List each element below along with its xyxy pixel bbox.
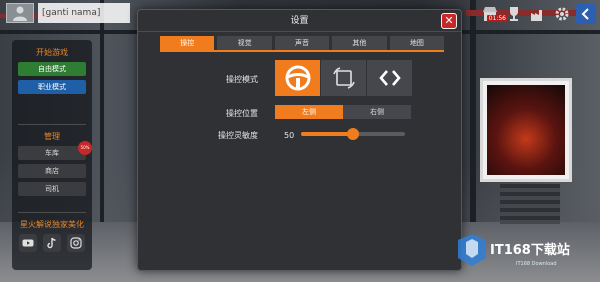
truck-poster [480, 78, 572, 182]
arrows-icon [378, 70, 401, 86]
slider-fill [301, 132, 353, 136]
tilt-icon [332, 67, 355, 89]
promo-text: 星火解说独家美化 [20, 220, 84, 229]
start-game-title: 开始游戏 [36, 48, 68, 57]
clock-label: 01:56 [486, 15, 508, 22]
social-links [16, 234, 88, 252]
tilt-button[interactable] [321, 60, 367, 96]
free-mode-button[interactable]: 自由模式 [18, 62, 86, 76]
avatar[interactable] [6, 3, 34, 23]
watermark-sub: IT168 Download [516, 261, 557, 267]
close-icon: ✕ [444, 14, 454, 27]
user-icon [13, 6, 27, 21]
player-bar[interactable]: [ganti nama] [6, 3, 130, 23]
career-mode-button[interactable]: 职业模式 [18, 80, 86, 94]
garage-label: 车库 [45, 149, 59, 157]
shop-button[interactable]: 商店 [18, 164, 86, 178]
back-arrow-icon[interactable] [576, 4, 596, 24]
control-position-label: 操控位置 [226, 109, 258, 118]
tab-controls[interactable]: 操控 [160, 36, 215, 50]
watermark: IT168下载站 IT168 Download [452, 232, 592, 272]
tiktok-icon[interactable] [43, 234, 61, 252]
control-mode-selector [275, 60, 413, 96]
sensitivity-label: 操控灵敏度 [218, 131, 258, 140]
close-button[interactable]: ✕ [441, 13, 457, 29]
tab-visual[interactable]: 视觉 [217, 36, 272, 50]
slider-knob[interactable] [347, 128, 359, 140]
control-mode-label: 操控模式 [226, 75, 258, 84]
arrows-button[interactable] [367, 60, 413, 96]
position-left-button[interactable]: 左侧 [275, 105, 343, 119]
steering-wheel-button[interactable] [275, 60, 321, 96]
settings-dialog: 设置 ✕ 操控 视觉 声音 其他 地图 操控模式 操控位置 左侧 右侧 操控灵敏… [137, 9, 462, 271]
tabs-underline [160, 50, 444, 52]
divider [18, 124, 86, 125]
sensitivity-value: 50 [284, 131, 295, 140]
gear-icon[interactable] [552, 4, 572, 24]
factory-icon[interactable] [528, 4, 548, 24]
manage-title: 管理 [44, 132, 60, 141]
youtube-icon[interactable] [19, 234, 37, 252]
instagram-icon[interactable] [67, 234, 85, 252]
position-right-button[interactable]: 右侧 [343, 105, 411, 119]
tab-sound[interactable]: 声音 [274, 36, 330, 50]
garage-badge: 50% [78, 141, 92, 155]
left-sidebar: 开始游戏 自由模式 职业模式 管理 车库 50% 商店 司机 星火解说独家美化 [12, 40, 92, 270]
sensitivity-slider[interactable] [301, 128, 405, 140]
control-position-selector: 左侧 右侧 [275, 105, 411, 119]
tab-map[interactable]: 地图 [389, 36, 445, 50]
poster-stand [500, 184, 560, 224]
player-name[interactable]: [ganti nama] [38, 3, 130, 23]
garage-button[interactable]: 车库 50% [18, 141, 92, 160]
divider [18, 212, 86, 213]
settings-tabs: 操控 视觉 声音 其他 地图 [160, 36, 445, 51]
dialog-title: 设置 [138, 10, 461, 32]
steering-wheel-icon [285, 65, 310, 91]
watermark-text: IT168下载站 [490, 242, 570, 258]
driver-button[interactable]: 司机 [18, 182, 86, 196]
tab-other[interactable]: 其他 [332, 36, 387, 50]
